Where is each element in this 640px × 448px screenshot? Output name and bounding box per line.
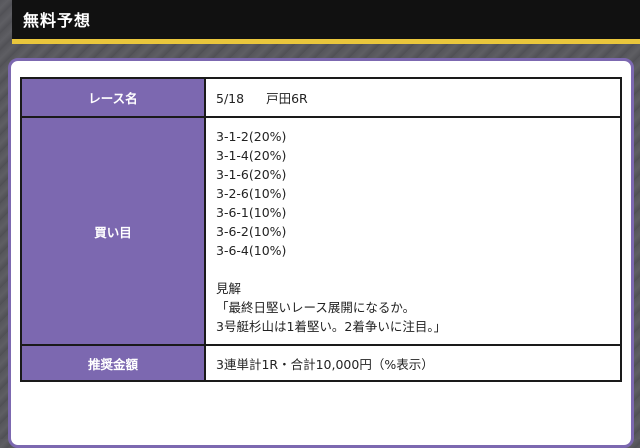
race-row: レース名 5/18 戸田6R <box>20 77 622 118</box>
page-title: 無料予想 <box>23 11 92 30</box>
race-label: レース名 <box>20 77 206 118</box>
bet-line: 3-6-2(10%) <box>216 224 287 239</box>
amount-label: 推奨金額 <box>20 344 206 382</box>
bet-line: 3-1-6(20%) <box>216 167 287 182</box>
bet-line: 3-6-1(10%) <box>216 205 287 220</box>
race-value: 5/18 戸田6R <box>204 77 622 118</box>
bet-line: 3-2-6(10%) <box>216 186 287 201</box>
bets-label: 買い目 <box>20 116 206 346</box>
bet-line: 3-1-2(20%) <box>216 129 287 144</box>
header-bar: 無料予想 <box>12 0 640 44</box>
bets-value: 3-1-2(20%) 3-1-4(20%) 3-1-6(20%) 3-2-6(1… <box>204 116 622 346</box>
opinion-line: 「最終日堅いレース展開になるか。 <box>216 300 416 315</box>
prediction-table: レース名 5/18 戸田6R 買い目 3-1-2(20%) 3-1-4(20%) … <box>20 77 622 382</box>
amount-row: 推奨金額 3連単計1R・合計10,000円（%表示） <box>20 344 622 382</box>
opinion-line: 3号艇杉山は1着堅い。2着争いに注目。」 <box>216 319 447 334</box>
race-date: 5/18 <box>216 91 245 106</box>
amount-value: 3連単計1R・合計10,000円（%表示） <box>204 344 622 382</box>
race-name: 戸田6R <box>266 91 308 106</box>
prediction-panel: レース名 5/18 戸田6R 買い目 3-1-2(20%) 3-1-4(20%) … <box>8 58 634 448</box>
opinion-label: 見解 <box>216 281 242 296</box>
bets-row: 買い目 3-1-2(20%) 3-1-4(20%) 3-1-6(20%) 3-2… <box>20 116 622 346</box>
bet-line: 3-6-4(10%) <box>216 243 287 258</box>
bet-line: 3-1-4(20%) <box>216 148 287 163</box>
